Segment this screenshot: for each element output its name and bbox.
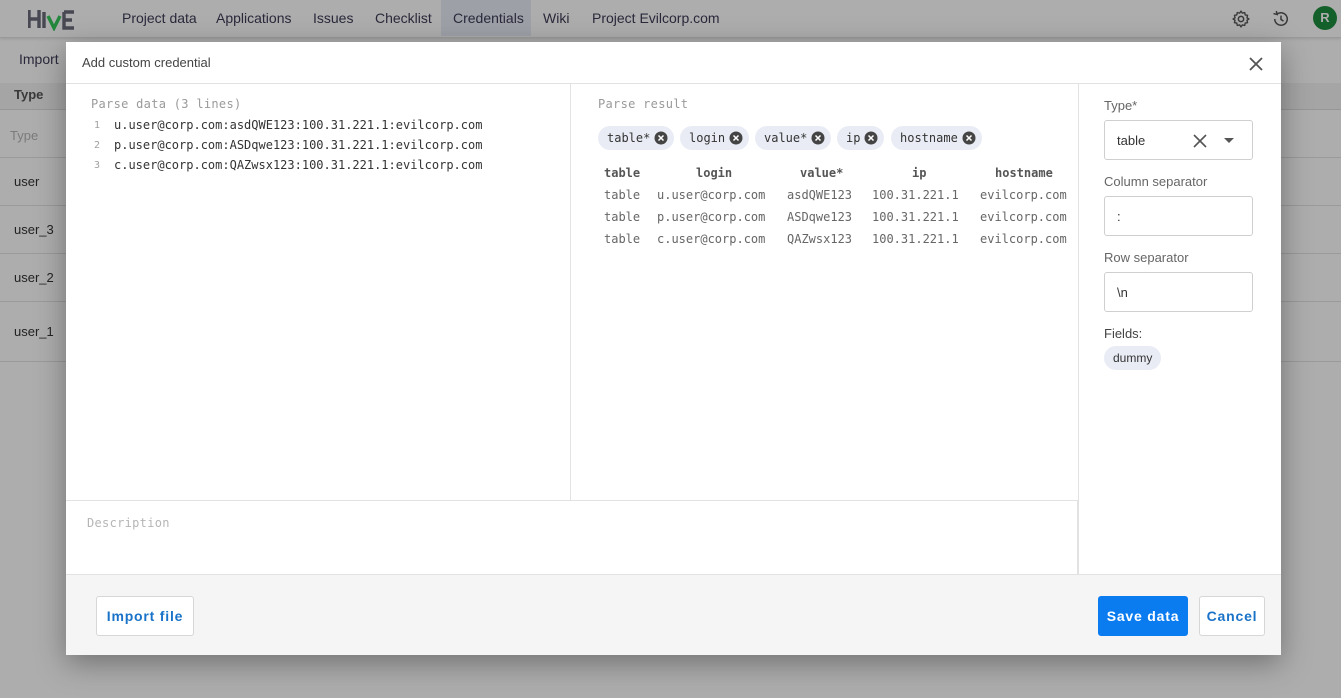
line-text: p.user@corp.com:ASDqwe123:100.31.221.1:e…: [114, 138, 483, 152]
result-cell: evilcorp.com: [980, 210, 1067, 224]
close-icon[interactable]: [1246, 54, 1266, 74]
result-cell: table: [604, 210, 641, 224]
result-cell: evilcorp.com: [980, 232, 1067, 246]
fields-label: Fields:: [1104, 326, 1143, 341]
remove-chip-icon[interactable]: [811, 131, 825, 145]
remove-chip-icon[interactable]: [654, 131, 668, 145]
result-header: hostname: [995, 166, 1053, 180]
column-separator-input[interactable]: :: [1104, 196, 1253, 236]
description-placeholder: Description: [87, 516, 170, 530]
result-cell: c.user@corp.com: [657, 232, 766, 246]
cancel-button[interactable]: Cancel: [1199, 596, 1265, 636]
remove-chip-icon[interactable]: [864, 131, 878, 145]
result-header: login: [696, 166, 733, 180]
result-header: table: [604, 166, 641, 180]
dialog-title: Add custom credential: [82, 55, 211, 70]
dialog-footer: Import file Save data Cancel: [66, 574, 1281, 655]
parse-result-panel: Parse result table* login value* ip host…: [572, 84, 1078, 500]
description-field[interactable]: Description: [66, 500, 1078, 574]
chip-label: login: [689, 131, 726, 145]
result-header: ip: [912, 166, 927, 180]
remove-chip-icon[interactable]: [962, 131, 976, 145]
chip-label: ip: [846, 131, 861, 145]
result-header: value*: [800, 166, 844, 180]
line-number: 1: [93, 120, 100, 131]
clear-icon[interactable]: [1192, 133, 1208, 149]
result-cell: table: [604, 188, 641, 202]
result-cell: p.user@corp.com: [657, 210, 766, 224]
import-file-button[interactable]: Import file: [96, 596, 194, 636]
result-cell: ASDqwe123: [787, 210, 853, 224]
parse-result-label: Parse result: [598, 97, 689, 111]
parse-data-label: Parse data (3 lines): [91, 97, 242, 111]
remove-chip-icon[interactable]: [729, 131, 743, 145]
parse-settings-panel: Type* table Column separator : Row separ…: [1078, 84, 1281, 574]
result-cell: QAZwsx123: [787, 232, 853, 246]
result-cell: table: [604, 232, 641, 246]
column-chip[interactable]: value*: [755, 126, 832, 150]
line-text: u.user@corp.com:asdQWE123:100.31.221.1:e…: [114, 118, 483, 132]
type-select-value: table: [1117, 133, 1146, 148]
column-separator-value: :: [1117, 209, 1121, 224]
column-chip[interactable]: ip: [837, 126, 885, 150]
chip-label: table*: [607, 131, 651, 145]
column-separator-label: Column separator: [1104, 174, 1208, 189]
chip-label: hostname: [900, 131, 958, 145]
editor-line[interactable]: 1 u.user@corp.com:asdQWE123:100.31.221.1…: [66, 117, 571, 137]
save-data-button[interactable]: Save data: [1098, 596, 1188, 636]
result-cell: 100.31.221.1: [872, 210, 959, 224]
parse-data-editor[interactable]: Parse data (3 lines) 1 u.user@corp.com:a…: [66, 84, 571, 500]
line-text: c.user@corp.com:QAZwsx123:100.31.221.1:e…: [114, 158, 483, 172]
row-separator-value: \n: [1117, 285, 1128, 300]
result-cell: u.user@corp.com: [657, 188, 766, 202]
result-cell: evilcorp.com: [980, 188, 1067, 202]
line-number: 3: [93, 160, 100, 171]
row-separator-input[interactable]: \n: [1104, 272, 1253, 312]
result-cell: asdQWE123: [787, 188, 853, 202]
chevron-down-icon[interactable]: [1224, 138, 1234, 143]
result-cell: 100.31.221.1: [872, 188, 959, 202]
add-credential-dialog: Add custom credential Parse data (3 line…: [66, 42, 1281, 655]
column-chip[interactable]: hostname: [891, 126, 982, 150]
editor-line[interactable]: 3 c.user@corp.com:QAZwsx123:100.31.221.1…: [66, 157, 571, 177]
row-separator-label: Row separator: [1104, 250, 1189, 265]
column-chip[interactable]: table*: [598, 126, 675, 150]
editor-line[interactable]: 2 p.user@corp.com:ASDqwe123:100.31.221.1…: [66, 137, 571, 157]
line-number: 2: [93, 140, 100, 151]
type-label: Type*: [1104, 98, 1138, 113]
column-chip[interactable]: login: [680, 126, 750, 150]
result-cell: 100.31.221.1: [872, 232, 959, 246]
type-select[interactable]: table: [1104, 120, 1253, 160]
chip-label: value*: [764, 131, 808, 145]
field-chip[interactable]: dummy: [1104, 346, 1162, 370]
